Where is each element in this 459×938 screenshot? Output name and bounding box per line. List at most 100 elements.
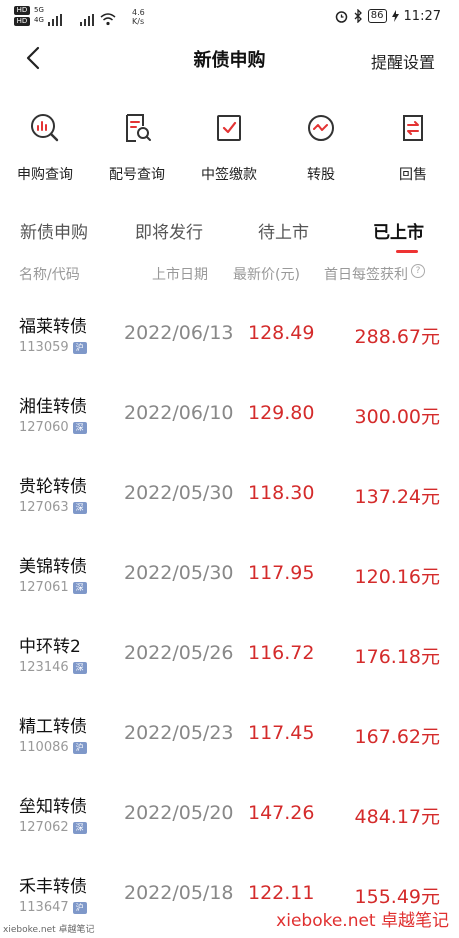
tab-upcoming[interactable]: 即将发行 <box>135 218 203 243</box>
table-row[interactable]: 精工转债 110086 沪 2022/05/23 117.45 167.62元 <box>0 694 459 774</box>
hd-badge-top: HD <box>14 6 30 15</box>
net-type-top: 5G <box>34 6 44 14</box>
quick-action-payment[interactable]: 中签缴款 <box>184 112 274 184</box>
exchange-doc-icon <box>403 115 423 141</box>
swap-circle-icon <box>308 115 334 141</box>
latest-price: 116.72 <box>248 642 315 664</box>
doc-search-icon <box>126 114 151 142</box>
first-day-gain: 288.67元 <box>354 326 440 348</box>
bond-code: 127063 深 <box>19 500 87 515</box>
bond-code-value: 123146 <box>19 660 69 675</box>
tab-pending-listing[interactable]: 待上市 <box>258 218 309 243</box>
listing-date: 2022/05/30 <box>124 562 234 584</box>
table-header: 名称/代码 上市日期 最新价(元) 首日每签获利? <box>0 264 459 286</box>
watermark-bottom-right: xieboke.net 卓越笔记 <box>276 911 449 931</box>
listing-date: 2022/05/30 <box>124 482 234 504</box>
latest-price: 117.45 <box>248 722 315 744</box>
listing-date: 2022/06/13 <box>124 322 234 344</box>
market-tag: 深 <box>72 662 87 674</box>
quick-action-subscription-query[interactable]: 申购查询 <box>0 112 90 184</box>
quick-action-convert[interactable]: 转股 <box>276 112 366 184</box>
first-day-gain: 137.24元 <box>354 486 440 508</box>
quick-action-label: 回售 <box>399 167 427 183</box>
bond-code-value: 127063 <box>19 500 69 515</box>
net-type-bottom: 4G <box>34 16 44 24</box>
latest-price: 128.49 <box>248 322 315 344</box>
active-tab-indicator <box>396 250 418 253</box>
first-day-gain: 300.00元 <box>354 406 440 428</box>
bond-code-value: 127061 <box>19 580 69 595</box>
chevron-left-icon <box>26 46 40 70</box>
bond-code: 123146 深 <box>19 660 87 675</box>
market-tag: 深 <box>72 502 87 514</box>
bluetooth-icon <box>354 9 362 23</box>
back-button[interactable] <box>22 44 46 72</box>
bond-code-value: 127060 <box>19 420 69 435</box>
charging-icon <box>391 10 399 22</box>
bond-code-value: 113059 <box>19 340 69 355</box>
table-row[interactable]: 湘佳转债 127060 深 2022/06/10 129.80 300.00元 <box>0 374 459 454</box>
bond-name: 湘佳转债 <box>19 397 87 417</box>
market-tag: 深 <box>72 582 87 594</box>
help-icon[interactable]: ? <box>411 264 425 278</box>
table-row[interactable]: 美锦转债 127061 深 2022/05/30 117.95 120.16元 <box>0 534 459 614</box>
bond-code-value: 127062 <box>19 820 69 835</box>
first-day-gain: 155.49元 <box>354 886 440 908</box>
battery-indicator: 86 <box>367 9 387 23</box>
column-name: 名称/代码 <box>19 267 80 283</box>
tab-listed[interactable]: 已上市 <box>373 218 424 243</box>
bond-code: 113647 沪 <box>19 900 87 915</box>
status-time: 11:27 <box>403 8 441 24</box>
quick-action-putback[interactable]: 回售 <box>368 112 458 184</box>
quick-action-label: 转股 <box>307 167 335 183</box>
quick-action-label: 中签缴款 <box>201 167 257 183</box>
column-date: 上市日期 <box>152 267 208 283</box>
status-right: 86 11:27 <box>335 7 441 25</box>
wifi-icon <box>100 13 116 26</box>
tab-bar: 新债申购 即将发行 待上市 已上市 <box>0 212 459 256</box>
table-row[interactable]: 中环转2 123146 深 2022/05/26 116.72 176.18元 <box>0 614 459 694</box>
table-row[interactable]: 福莱转债 113059 沪 2022/06/13 128.49 288.67元 <box>0 294 459 374</box>
bond-name: 中环转2 <box>19 637 81 657</box>
nav-bar: 新债申购 提醒设置 <box>0 32 459 84</box>
network-speed: 4.6 K/s <box>132 8 145 26</box>
bond-name: 美锦转债 <box>19 557 87 577</box>
signal-icon <box>48 14 66 26</box>
quick-actions: 申购查询 配号查询 中签缴款 转股 回售 <box>0 112 459 192</box>
bond-code: 113059 沪 <box>19 340 87 355</box>
quick-action-label: 配号查询 <box>109 167 165 183</box>
bond-code-value: 113647 <box>19 900 69 915</box>
tab-new-bond[interactable]: 新债申购 <box>20 218 88 243</box>
listing-date: 2022/05/23 <box>124 722 234 744</box>
speed-unit: K/s <box>132 17 145 26</box>
column-gain-label: 首日每签获利 <box>324 267 408 283</box>
bond-code-value: 110086 <box>19 740 69 755</box>
market-tag: 深 <box>72 822 87 834</box>
latest-price: 117.95 <box>248 562 315 584</box>
column-price: 最新价(元) <box>233 267 300 283</box>
bond-code: 127060 深 <box>19 420 87 435</box>
first-day-gain: 120.16元 <box>354 566 440 588</box>
reminder-settings-button[interactable]: 提醒设置 <box>371 49 435 73</box>
status-left: HD HD 5G 4G 4.6 K/s <box>14 6 154 28</box>
listing-date: 2022/06/10 <box>124 402 234 424</box>
table-row[interactable]: 贵轮转债 127063 深 2022/05/30 118.30 137.24元 <box>0 454 459 534</box>
status-bar: HD HD 5G 4G 4.6 K/s 86 11:27 <box>0 0 459 32</box>
bond-code: 127062 深 <box>19 820 87 835</box>
quick-action-number-query[interactable]: 配号查询 <box>92 112 182 184</box>
alarm-icon <box>335 10 348 23</box>
market-tag: 沪 <box>72 342 87 354</box>
bond-name: 禾丰转债 <box>19 877 87 897</box>
bond-name: 精工转债 <box>19 717 87 737</box>
signal-icon-2 <box>80 14 98 26</box>
bond-name: 福莱转债 <box>19 317 87 337</box>
bond-code: 110086 沪 <box>19 740 87 755</box>
market-tag: 深 <box>72 422 87 434</box>
first-day-gain: 167.62元 <box>354 726 440 748</box>
table-row[interactable]: 垒知转债 127062 深 2022/05/20 147.26 484.17元 <box>0 774 459 854</box>
checkbox-icon <box>217 115 241 141</box>
listing-date: 2022/05/20 <box>124 802 234 824</box>
market-tag: 沪 <box>72 742 87 754</box>
column-gain[interactable]: 首日每签获利? <box>324 264 425 284</box>
first-day-gain: 176.18元 <box>354 646 440 668</box>
